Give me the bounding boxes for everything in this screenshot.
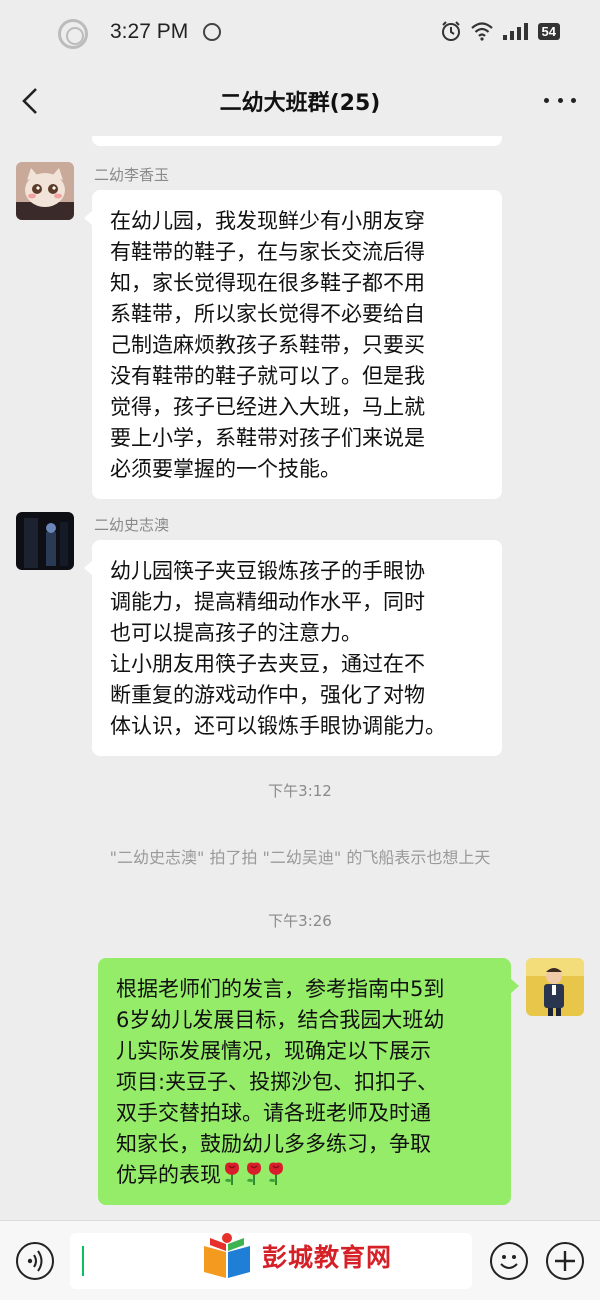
- more-button[interactable]: [544, 94, 576, 106]
- more-functions-button[interactable]: [546, 1242, 584, 1280]
- status-time: 3:27 PM: [110, 20, 189, 43]
- emoji-button[interactable]: [490, 1242, 528, 1280]
- voice-button[interactable]: [16, 1242, 54, 1280]
- wifi-icon: [470, 22, 493, 41]
- emoji-icon: [500, 1255, 518, 1269]
- timestamp: 下午3:26: [268, 912, 332, 930]
- my-avatar[interactable]: [526, 958, 584, 1016]
- record-icon: [58, 19, 88, 49]
- input-bar: [0, 1220, 600, 1300]
- message-line: 没有鞋带的鞋子就可以了。但是我: [110, 364, 425, 388]
- rose-icon: [269, 1162, 283, 1185]
- message-line: 要上小学，系鞋带对孩子们来说是: [110, 426, 425, 450]
- message-line: 6岁幼儿发展目标，结合我园大班幼: [116, 1008, 445, 1032]
- rose-icon: [247, 1162, 261, 1185]
- avatar[interactable]: [16, 512, 74, 570]
- message-line: 双手交替拍球。请各班老师及时通: [116, 1101, 431, 1125]
- message-line: 调能力，提高精细动作水平，同时: [110, 590, 425, 614]
- voice-icon: [27, 1250, 43, 1272]
- plus-icon: [555, 1251, 575, 1271]
- text-cursor: [82, 1246, 84, 1276]
- avatar[interactable]: [16, 162, 74, 220]
- message-line: 知，家长觉得现在很多鞋子都不用: [110, 271, 425, 295]
- previous-message-bubble: [92, 136, 502, 146]
- carrier-icon: [203, 23, 221, 41]
- message-input[interactable]: [70, 1233, 472, 1289]
- message-line: 体认识，还可以锻炼手眼协调能力。: [110, 714, 446, 738]
- message-line: 让小朋友用筷子去夹豆，通过在不: [110, 652, 425, 676]
- alarm-icon: [441, 21, 460, 41]
- message-line: 知家长，鼓励幼儿多多练习，争取: [116, 1132, 431, 1156]
- message-line: 在幼儿园，我发现鲜少有小朋友穿: [110, 209, 425, 233]
- chat-header: 二幼大班群(25): [0, 66, 600, 136]
- message-line: 儿实际发展情况，现确定以下展示: [116, 1039, 431, 1063]
- message-line: 系鞋带，所以家长觉得不必要给自: [110, 302, 425, 326]
- message-line: 断重复的游戏动作中，强化了对物: [110, 683, 425, 707]
- message-line: 觉得，孩子已经进入大班，马上就: [110, 395, 425, 419]
- message-line: 根据老师们的发言，参考指南中5到: [116, 977, 445, 1001]
- sender-name: 二幼李香玉: [94, 166, 170, 184]
- message-line: 项目:夹豆子、投掷沙包、扣扣子、: [116, 1070, 439, 1094]
- signal-icon: [502, 23, 528, 40]
- battery-icon: 54: [537, 22, 560, 40]
- status-bar: 3:27 PM 54: [0, 0, 600, 66]
- message-list[interactable]: 二幼李香玉 在幼儿园，我发现鲜少有小朋友穿 有鞋带的鞋子，在与家长交流后得 知，…: [0, 136, 600, 1220]
- message-line: 幼儿园筷子夹豆锻炼孩子的手眼协: [110, 559, 425, 583]
- message-line: 必须要掌握的一个技能。: [110, 457, 341, 481]
- timestamp: 下午3:12: [268, 782, 332, 800]
- message-line: 己制造麻烦教孩子系鞋带，只要买: [110, 333, 425, 357]
- message-line: 也可以提高孩子的注意力。: [110, 621, 362, 645]
- message-line-with-emoji: 优异的表现: [116, 1160, 493, 1191]
- more-icon: [544, 97, 549, 103]
- message-bubble[interactable]: 幼儿园筷子夹豆锻炼孩子的手眼协 调能力，提高精细动作水平，同时 也可以提高孩子的…: [84, 540, 502, 756]
- my-message-bubble[interactable]: 根据老师们的发言，参考指南中5到 6岁幼儿发展目标，结合我园大班幼 儿实际发展情…: [98, 958, 519, 1205]
- rose-icon: [225, 1162, 239, 1185]
- system-message: "二幼史志澳" 拍了拍 "二幼吴迪" 的飞船表示也想上天: [109, 848, 491, 867]
- message-line: 有鞋带的鞋子，在与家长交流后得: [110, 240, 425, 264]
- chat-title: 二幼大班群(25): [219, 91, 381, 116]
- message-line: 优异的表现: [116, 1163, 221, 1187]
- message-bubble[interactable]: 在幼儿园，我发现鲜少有小朋友穿 有鞋带的鞋子，在与家长交流后得 知，家长觉得现在…: [84, 190, 502, 499]
- sender-name: 二幼史志澳: [94, 516, 170, 534]
- status-icons: 54: [440, 20, 560, 42]
